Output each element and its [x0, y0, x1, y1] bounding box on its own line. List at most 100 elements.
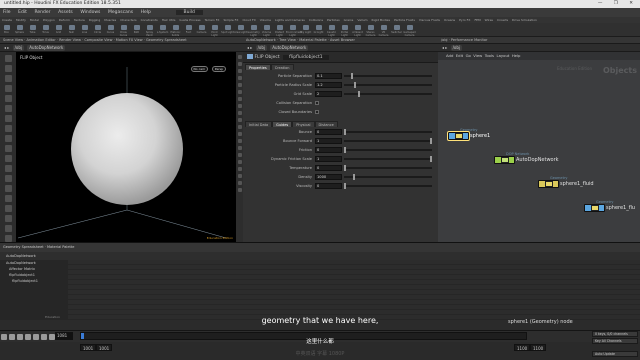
param-slider-knob[interactable]: [350, 73, 353, 79]
handle-icon[interactable]: [4, 95, 12, 102]
desktop-select[interactable]: Build: [175, 10, 203, 15]
light-icon[interactable]: [4, 205, 12, 212]
tab-motion-fx-view[interactable]: Motion FX View: [116, 38, 143, 42]
param-checkbox[interactable]: [315, 101, 319, 105]
tab-distance[interactable]: Distance: [314, 121, 338, 127]
shelf-tool[interactable]: Sphere: [13, 23, 26, 37]
shelf-tool[interactable]: Sky Light: [299, 23, 312, 37]
node-body[interactable]: [494, 156, 515, 164]
display-option-icon[interactable]: [237, 104, 242, 108]
shelf-tool[interactable]: Spot Light: [221, 23, 234, 37]
snap-icon[interactable]: [4, 135, 12, 142]
param-value-field[interactable]: 0: [315, 165, 342, 171]
display-option-icon[interactable]: [237, 167, 242, 171]
shelf-tool[interactable]: Platonic Solids: [169, 23, 182, 37]
shelf-tool[interactable]: Null: [65, 23, 78, 37]
shelf-tool[interactable]: Portal Light: [338, 23, 351, 37]
tab-physical[interactable]: Physical: [292, 121, 315, 127]
shelf-tool[interactable]: Gamepad Camera: [403, 23, 416, 37]
node-body[interactable]: [538, 180, 559, 188]
tree-item[interactable]: flipfluidobject1: [0, 278, 68, 284]
param-value-field[interactable]: 0.1: [315, 73, 342, 79]
param-value-field[interactable]: 2: [315, 91, 342, 97]
display-option-icon[interactable]: [237, 174, 242, 178]
shelf-tool[interactable]: Point Light: [208, 23, 221, 37]
param-slider-knob[interactable]: [357, 91, 360, 97]
display-option-icon[interactable]: [237, 76, 242, 80]
shelf-tool[interactable]: Camera: [195, 23, 208, 37]
shelf-tool[interactable]: Area Light: [234, 23, 247, 37]
param-slider[interactable]: [344, 165, 432, 171]
path-obj[interactable]: /obj: [255, 45, 268, 51]
param-value-field[interactable]: 0: [315, 147, 342, 153]
param-value-field[interactable]: 0: [315, 183, 342, 189]
tab-obj[interactable]: /obj: [441, 38, 448, 42]
param-slider-knob[interactable]: [344, 147, 346, 153]
shelf-tool[interactable]: Draw Curve: [117, 23, 130, 37]
display-option-icon[interactable]: [237, 125, 242, 129]
graph-menu-help[interactable]: Help: [512, 53, 521, 58]
param-slider[interactable]: [344, 82, 432, 88]
node-sphere1[interactable]: Geometry sphere1: [447, 128, 490, 141]
path-obj[interactable]: /obj: [12, 45, 25, 51]
tab-properties[interactable]: Properties: [245, 64, 271, 70]
shelf-tool[interactable]: Caustic Light: [325, 23, 338, 37]
param-node-name[interactable]: flipfluidobject1: [283, 55, 329, 60]
path-node[interactable]: AutoDopNetwork: [27, 45, 66, 51]
param-slider[interactable]: [344, 73, 432, 79]
shelf-tool[interactable]: Circle: [91, 23, 104, 37]
auto-update-button[interactable]: Auto Update: [592, 351, 638, 357]
shelf-tool[interactable]: Font: [182, 23, 195, 37]
tab-performance-monitor[interactable]: Performance Monitor: [451, 38, 488, 42]
tab-geometry-spreadsheet[interactable]: Geometry Spreadsheet: [146, 38, 187, 42]
shelf-tool[interactable]: Environment Light: [286, 23, 302, 37]
tab-composite-view[interactable]: Composite View: [84, 38, 112, 42]
magnet-icon[interactable]: [4, 145, 12, 152]
shelf-tool[interactable]: Torus: [39, 23, 52, 37]
view-icon[interactable]: [4, 115, 12, 122]
param-slider-knob[interactable]: [344, 165, 346, 171]
graph-menu-tools[interactable]: Tools: [485, 53, 494, 58]
node-body[interactable]: [447, 131, 470, 141]
window-controls[interactable]: — ❐ ✕: [598, 0, 638, 8]
menu-edit[interactable]: Edit: [18, 10, 27, 15]
tab-scene-view[interactable]: Scene View: [3, 38, 23, 42]
param-slider[interactable]: [344, 91, 432, 97]
display-option-icon[interactable]: [237, 139, 242, 143]
param-value-field[interactable]: 0: [315, 129, 342, 135]
param-value-field[interactable]: 1: [315, 156, 342, 162]
move-icon[interactable]: [4, 65, 12, 72]
tab-geometry-spreadsheet[interactable]: Geometry Spreadsheet: [3, 245, 44, 249]
flip-icon[interactable]: [4, 155, 12, 162]
tab-autodopnetwork[interactable]: AutoDopNetwork: [246, 38, 276, 42]
display-option-icon[interactable]: [237, 146, 242, 150]
select-icon[interactable]: [4, 55, 12, 62]
shelf-tool[interactable]: Distant Light: [273, 23, 286, 37]
tab-tree-view[interactable]: Tree View: [279, 38, 296, 42]
param-slider[interactable]: [344, 156, 432, 162]
tab-material-palette[interactable]: Material Palette: [47, 245, 74, 249]
shelf-tool[interactable]: Switcher: [390, 23, 403, 37]
menu-file[interactable]: File: [3, 10, 11, 15]
shelf-tool[interactable]: L-System: [156, 23, 169, 37]
node-body[interactable]: [584, 204, 605, 212]
shelf-tool[interactable]: Line: [78, 23, 91, 37]
param-value-field[interactable]: 1.2: [315, 82, 342, 88]
scene-viewport[interactable]: FLIP Object No cam Persp Education Editi…: [16, 52, 236, 242]
lasso-icon[interactable]: [4, 185, 12, 192]
display-option-icon[interactable]: [237, 55, 242, 59]
menu-help[interactable]: Help: [141, 10, 151, 15]
path-node[interactable]: AutoDopNetwork: [270, 45, 309, 51]
pose-icon[interactable]: [4, 105, 12, 112]
shelf-tool[interactable]: GI Light: [312, 23, 325, 37]
render-icon[interactable]: [4, 215, 12, 222]
display-option-icon[interactable]: [237, 97, 242, 101]
node-sphere1-fluid[interactable]: Geometry sphere1_fluid: [538, 176, 594, 188]
menu-megascans[interactable]: Megascans: [108, 10, 133, 15]
param-value-field[interactable]: 1000: [315, 174, 342, 180]
node-sphere1-flu[interactable]: Geometry sphere1_flu: [584, 200, 635, 212]
display-option-icon[interactable]: [237, 90, 242, 94]
camera-icon[interactable]: [4, 195, 12, 202]
graph-path[interactable]: /obj: [450, 45, 463, 51]
graph-menu-layout[interactable]: Layout: [496, 53, 509, 58]
